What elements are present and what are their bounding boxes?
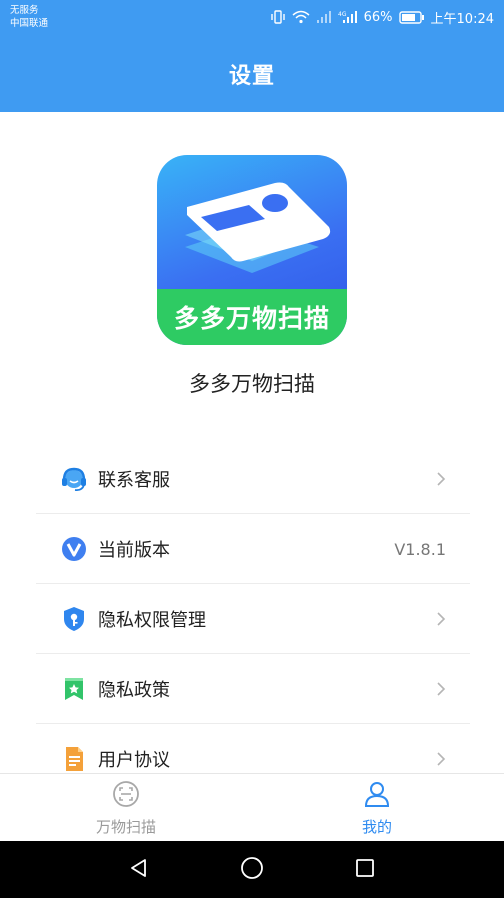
tab-scan[interactable]: 万物扫描 <box>56 774 196 842</box>
app-logo-text: 多多万物扫描 <box>173 304 330 333</box>
menu-item-label: 用户协议 <box>98 750 170 771</box>
signal-icon <box>316 10 332 24</box>
back-nav-button[interactable] <box>126 857 152 883</box>
system-nav-bar <box>0 841 504 898</box>
battery-icon <box>398 10 425 24</box>
status-icons: 4G 66% 上午10:24 <box>270 8 494 27</box>
signal-4g-icon: 4G <box>338 10 358 24</box>
version-v-icon <box>60 535 88 563</box>
bottom-tab-bar: 万物扫描 我的 <box>0 773 504 841</box>
settings-menu: 联系客服 当前版本 V1.8.1 隐私权限管理 隐私政策 用户协议 <box>36 444 470 794</box>
app-logo: 多多万物扫描 <box>157 155 347 345</box>
recents-square-icon <box>354 857 376 883</box>
person-icon <box>363 780 391 812</box>
wifi-icon <box>292 10 310 24</box>
version-value: V1.8.1 <box>394 539 446 559</box>
home-nav-button[interactable] <box>239 857 265 883</box>
clock: 上午10:24 <box>430 11 494 27</box>
battery-percent: 66% <box>363 9 393 25</box>
headset-icon <box>60 465 88 493</box>
bookmark-star-icon <box>60 675 88 703</box>
vibrate-icon <box>270 10 286 24</box>
shield-key-icon <box>60 605 88 633</box>
menu-item-privacy-policy[interactable]: 隐私政策 <box>36 654 470 724</box>
carrier-info: 无服务 中国联通 <box>10 4 48 30</box>
menu-item-label: 隐私政策 <box>98 679 170 701</box>
tab-label: 万物扫描 <box>95 817 156 836</box>
page-title: 设置 <box>228 64 275 89</box>
chevron-right-icon <box>436 444 446 514</box>
menu-item-contact-support[interactable]: 联系客服 <box>36 444 470 514</box>
status-bar: 无服务 中国联通 4G 66% 上午10:24 <box>0 0 504 36</box>
recents-nav-button[interactable] <box>352 857 378 883</box>
page-header: 设置 <box>0 36 504 112</box>
chevron-right-icon <box>436 654 446 724</box>
menu-item-privacy-permissions[interactable]: 隐私权限管理 <box>36 584 470 654</box>
menu-item-current-version[interactable]: 当前版本 V1.8.1 <box>36 514 470 584</box>
scan-frame-icon <box>112 780 140 812</box>
menu-item-label: 隐私权限管理 <box>98 609 206 631</box>
home-circle-icon <box>240 856 264 884</box>
tab-label: 我的 <box>361 817 392 836</box>
document-icon <box>60 745 88 773</box>
carrier-name: 中国联通 <box>10 18 49 29</box>
svg-text:4G: 4G <box>338 11 347 18</box>
chevron-right-icon <box>436 584 446 654</box>
service-status-text: 无服务 <box>10 5 39 16</box>
app-name: 多多万物扫描 <box>189 372 315 396</box>
app-logo-band: 多多万物扫描 <box>157 289 347 345</box>
tab-mine[interactable]: 我的 <box>307 774 447 842</box>
menu-item-label: 联系客服 <box>98 469 170 491</box>
back-triangle-icon <box>128 857 150 883</box>
menu-item-label: 当前版本 <box>98 539 170 561</box>
